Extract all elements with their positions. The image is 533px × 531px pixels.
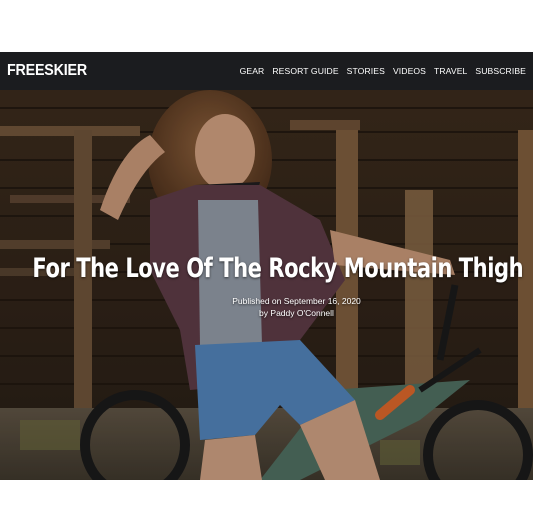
site-header: FREESKIER GEAR RESORT GUIDE STORIES VIDE…	[0, 52, 533, 90]
nav-item-stories[interactable]: STORIES	[347, 66, 385, 76]
published-line: Published on September 16, 2020	[30, 296, 533, 306]
published-date: September 16, 2020	[283, 296, 361, 306]
hero-overlay	[0, 90, 533, 480]
byline-prefix: by	[259, 308, 269, 318]
nav-item-resort-guide[interactable]: RESORT GUIDE	[272, 66, 338, 76]
site-logo[interactable]: FREESKIER	[7, 62, 87, 80]
nav-item-subscribe[interactable]: SUBSCRIBE	[475, 66, 526, 76]
nav-item-gear[interactable]: GEAR	[240, 66, 265, 76]
nav-item-travel[interactable]: TRAVEL	[434, 66, 467, 76]
main-nav: GEAR RESORT GUIDE STORIES VIDEOS TRAVEL …	[240, 66, 526, 76]
author-link[interactable]: Paddy O'Connell	[270, 308, 334, 318]
hero-image: For The Love Of The Rocky Mountain Thigh…	[0, 90, 533, 480]
nav-item-videos[interactable]: VIDEOS	[393, 66, 426, 76]
published-prefix: Published on	[232, 296, 282, 306]
byline: by Paddy O'Connell	[30, 308, 533, 318]
article-title: For The Love Of The Rocky Mountain Thigh	[32, 253, 523, 284]
page: FREESKIER GEAR RESORT GUIDE STORIES VIDE…	[0, 0, 533, 531]
